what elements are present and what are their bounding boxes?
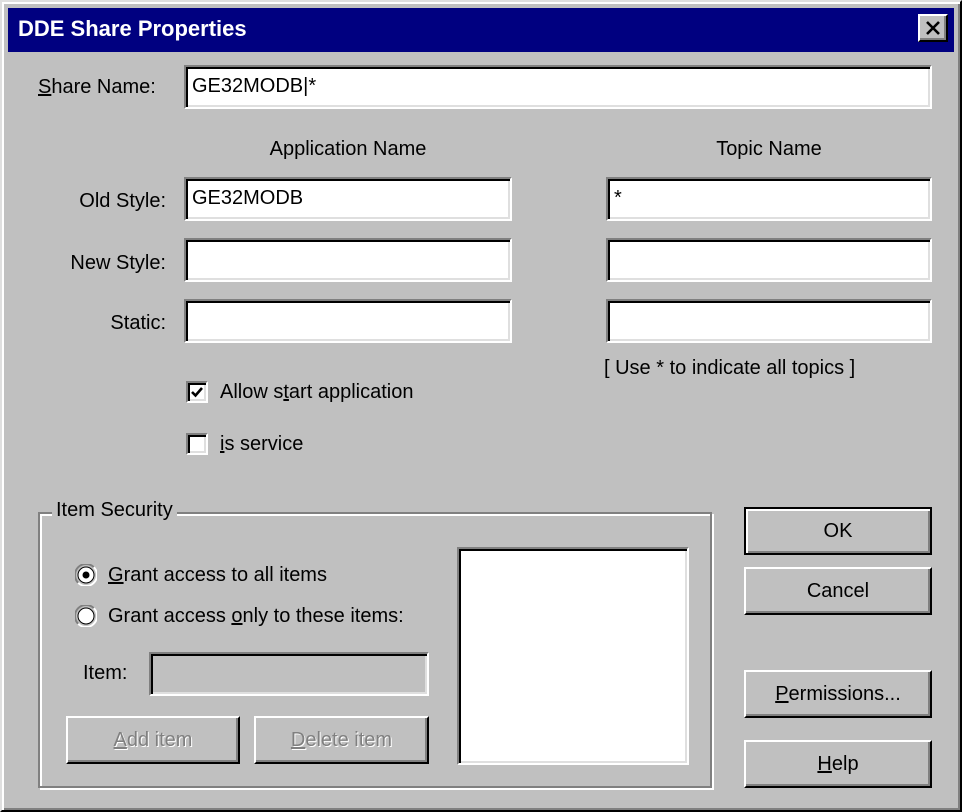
window-title: DDE Share Properties [18,16,247,41]
new-style-label: New Style: [70,252,166,274]
new-style-application-input[interactable] [184,238,512,282]
dde-share-properties-dialog: DDE Share Properties Share Name: GE32MOD… [0,0,962,812]
item-label: Item: [83,662,128,684]
topic-hint: [ Use * to indicate all topics ] [604,357,856,379]
grant-only-label[interactable]: Grant access only to these items: [108,605,404,628]
allow-start-checkbox[interactable] [186,381,208,403]
permissions-button[interactable]: Permissions... [744,670,932,718]
close-icon [926,21,940,35]
allow-start-label[interactable]: Allow start application [220,381,413,404]
application-name-header: Application Name [269,138,427,160]
help-button[interactable]: Help [744,740,932,788]
topic-name-header: Topic Name [716,138,822,160]
add-item-button[interactable]: Add item [66,716,240,764]
static-label: Static: [110,312,166,334]
delete-item-button[interactable]: Delete item [254,716,429,764]
ok-button[interactable]: OK [744,507,932,555]
grant-all-label[interactable]: Grant access to all items [108,564,327,587]
close-button[interactable] [918,14,948,42]
static-topic-input[interactable] [606,299,932,343]
checkmark-icon [191,387,203,398]
grant-only-radio[interactable] [75,605,97,627]
is-service-label[interactable]: is service [220,433,303,456]
share-name-input[interactable]: GE32MODB|* [184,65,932,109]
item-security-title: Item Security [52,499,177,522]
cancel-button[interactable]: Cancel [744,567,932,615]
is-service-checkbox[interactable] [186,433,208,455]
old-style-topic-input[interactable]: * [606,177,932,221]
old-style-application-input[interactable]: GE32MODB [184,177,512,221]
item-input[interactable] [149,652,429,696]
old-style-label: Old Style: [79,190,166,212]
items-listbox[interactable] [457,547,689,765]
grant-all-radio[interactable] [75,564,97,586]
share-name-label: Share Name: [38,76,156,98]
new-style-topic-input[interactable] [606,238,932,282]
static-application-input[interactable] [184,299,512,343]
title-bar: DDE Share Properties [8,8,954,52]
